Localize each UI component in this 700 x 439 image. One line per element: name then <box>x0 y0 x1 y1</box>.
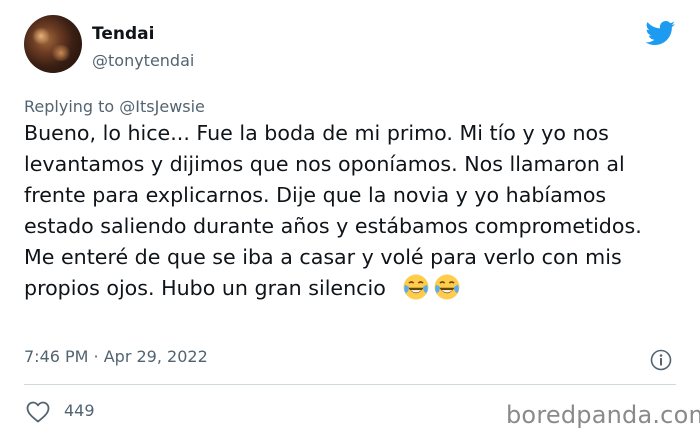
like-count: 449 <box>64 401 95 420</box>
twitter-bird-icon[interactable] <box>645 21 676 46</box>
author-handle[interactable]: @tonytendai <box>92 51 194 70</box>
tweet-timestamp[interactable]: 7:46 PM · Apr 29, 2022 <box>24 347 208 366</box>
avatar-highlight <box>32 27 50 45</box>
author-name[interactable]: Tendai <box>92 24 154 44</box>
watermark: boredpanda.com <box>506 401 700 429</box>
heart-icon[interactable] <box>26 401 50 423</box>
replying-to: Replying to @ItsJewsie <box>24 97 205 116</box>
face-with-tears-of-joy-icon <box>434 274 460 300</box>
replying-mention-link[interactable]: @ItsJewsie <box>119 97 205 116</box>
replying-prefix: Replying to <box>24 97 120 116</box>
tweet-text: Bueno, lo hice... Fue la boda de mi prim… <box>24 118 674 304</box>
tweet-text-body: Bueno, lo hice... Fue la boda de mi prim… <box>24 121 642 300</box>
face-with-tears-of-joy-icon <box>403 274 429 300</box>
info-icon[interactable] <box>650 349 672 371</box>
avatar-highlight-2 <box>50 45 72 61</box>
avatar[interactable] <box>24 15 82 73</box>
divider <box>24 384 676 385</box>
